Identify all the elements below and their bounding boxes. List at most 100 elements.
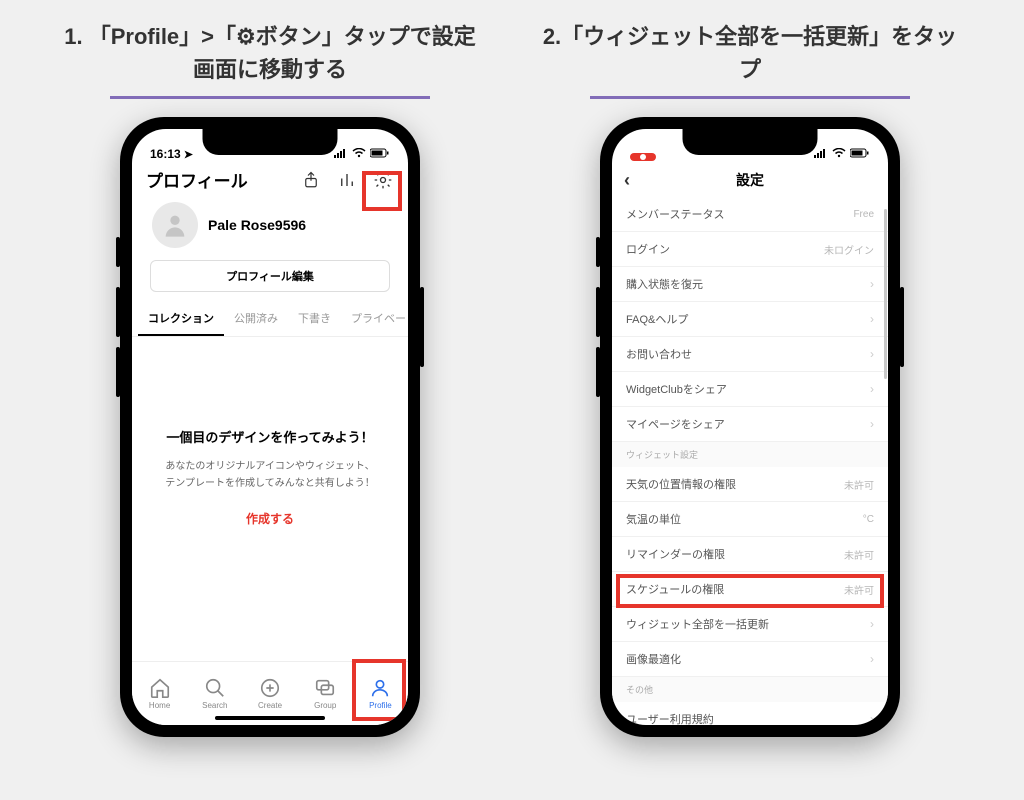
chevron-right-icon: › <box>870 277 874 291</box>
tab-published[interactable]: 公開済み <box>224 302 288 336</box>
person-icon <box>369 677 391 699</box>
signal-icon <box>814 147 828 161</box>
chat-icon <box>314 677 336 699</box>
step-2-title: 2.「ウィジェット全部を一括更新」をタップ <box>520 20 980 96</box>
tab-profile[interactable]: Profile <box>353 662 408 725</box>
tab-home[interactable]: Home <box>132 662 187 725</box>
row-label: FAQ&ヘルプ <box>626 311 688 327</box>
nav-title: 設定 <box>736 170 764 190</box>
chevron-right-icon: › <box>870 712 874 725</box>
display-name: Pale Rose9596 <box>208 217 306 233</box>
row-restore-purchases[interactable]: 購入状態を復元 › <box>612 267 888 302</box>
wifi-icon <box>352 147 366 161</box>
empty-title: 一個目のデザインを作ってみよう！ <box>158 427 382 446</box>
phone-side-button <box>596 287 600 337</box>
avatar[interactable] <box>152 202 198 248</box>
row-value: °C <box>863 514 874 525</box>
tab-private[interactable]: プライベート <box>341 302 408 336</box>
profile-tabs: コレクション 公開済み 下書き プライベート <box>132 302 408 337</box>
row-share-widgetclub[interactable]: WidgetClubをシェア › <box>612 372 888 407</box>
row-label: メンバーステータス <box>626 206 724 222</box>
row-label: WidgetClubをシェア <box>626 381 727 397</box>
row-value: 未許可 <box>844 582 874 597</box>
share-icon[interactable] <box>300 169 322 191</box>
row-value: 未許可 <box>844 547 874 562</box>
home-icon <box>149 677 171 699</box>
gear-icon[interactable] <box>372 169 394 191</box>
phone-side-button <box>596 347 600 397</box>
empty-state: 一個目のデザインを作ってみよう！ あなたのオリジナルアイコンやウィジェット、 テ… <box>132 337 408 527</box>
row-contact[interactable]: お問い合わせ › <box>612 337 888 372</box>
phone-mockup-2: ‹ 設定 メンバーステータス Free ログイン 未ログイン 購入状態を復元 ›… <box>600 117 900 737</box>
empty-description: あなたのオリジナルアイコンやウィジェット、 テンプレートを作成してみんなと共有し… <box>158 458 382 492</box>
status-time: 16:13 <box>150 147 181 161</box>
row-weather-location-perm[interactable]: 天気の位置情報の権限 未許可 <box>612 467 888 502</box>
row-user-terms[interactable]: ユーザー利用規約 › <box>612 702 888 725</box>
row-label: 天気の位置情報の権限 <box>626 476 736 492</box>
battery-icon <box>850 147 870 161</box>
settings-nav: ‹ 設定 <box>612 163 888 197</box>
row-login[interactable]: ログイン 未ログイン <box>612 232 888 267</box>
home-indicator[interactable] <box>215 716 325 720</box>
row-schedule-perm[interactable]: スケジュールの権限 未許可 <box>612 572 888 607</box>
row-label: ウィジェット全部を一括更新 <box>626 616 769 632</box>
chevron-right-icon: › <box>870 652 874 666</box>
section-other: その他 <box>612 677 888 702</box>
create-button[interactable]: 作成する <box>158 510 382 527</box>
row-temperature-unit[interactable]: 気温の単位 °C <box>612 502 888 537</box>
step-2-underline <box>590 96 910 99</box>
tab-label: Search <box>202 701 227 710</box>
phone-side-button <box>596 237 600 267</box>
row-value: Free <box>853 209 874 220</box>
step-1-title: 1. 「Profile」>「⚙ボタン」タップで設定画面に移動する <box>40 20 500 96</box>
stats-icon[interactable] <box>336 169 358 191</box>
tab-label: Group <box>314 701 336 710</box>
back-button[interactable]: ‹ <box>624 170 630 191</box>
screen-record-pill[interactable] <box>630 153 656 161</box>
location-arrow-icon: ➤ <box>184 148 193 161</box>
row-label: 気温の単位 <box>626 511 681 527</box>
scroll-indicator <box>884 209 887 379</box>
row-label: お問い合わせ <box>626 346 692 362</box>
chevron-right-icon: › <box>870 417 874 431</box>
row-label: リマインダーの権限 <box>626 546 725 562</box>
row-label: ユーザー利用規約 <box>626 711 714 725</box>
screen-profile: 16:13 ➤ プロフィール <box>132 129 408 725</box>
chevron-right-icon: › <box>870 382 874 396</box>
tab-collection[interactable]: コレクション <box>138 302 224 336</box>
row-reminder-perm[interactable]: リマインダーの権限 未許可 <box>612 537 888 572</box>
row-label: 画像最適化 <box>626 651 681 667</box>
empty-desc-line: テンプレートを作成してみんなと共有しよう！ <box>165 478 374 489</box>
search-icon <box>204 677 226 699</box>
row-member-status[interactable]: メンバーステータス Free <box>612 197 888 232</box>
phone-mockup-1: 16:13 ➤ プロフィール <box>120 117 420 737</box>
tab-label: Create <box>258 701 282 710</box>
edit-profile-button[interactable]: プロフィール編集 <box>150 260 390 292</box>
tab-drafts[interactable]: 下書き <box>288 302 341 336</box>
signal-icon <box>334 147 348 161</box>
row-faq[interactable]: FAQ&ヘルプ › <box>612 302 888 337</box>
tab-label: Home <box>149 701 170 710</box>
section-widget-settings: ウィジェット設定 <box>612 442 888 467</box>
phone-notch <box>203 129 338 155</box>
phone-notch <box>683 129 818 155</box>
row-label: スケジュールの権限 <box>626 581 724 597</box>
empty-desc-line: あなたのオリジナルアイコンやウィジェット、 <box>165 461 374 472</box>
profile-header: プロフィール <box>132 163 408 198</box>
step-1-underline <box>110 96 430 99</box>
phone-side-button <box>420 287 424 367</box>
phone-side-button <box>116 287 120 337</box>
row-bulk-update-widgets[interactable]: ウィジェット全部を一括更新 › <box>612 607 888 642</box>
row-image-optimization[interactable]: 画像最適化 › <box>612 642 888 677</box>
row-value: 未ログイン <box>824 242 874 257</box>
step-1: 1. 「Profile」>「⚙ボタン」タップで設定画面に移動する 16:13 ➤ <box>40 20 500 737</box>
settings-list[interactable]: メンバーステータス Free ログイン 未ログイン 購入状態を復元 › FAQ&… <box>612 197 888 725</box>
row-share-mypage[interactable]: マイページをシェア › <box>612 407 888 442</box>
profile-info-row: Pale Rose9596 <box>132 198 408 258</box>
row-label: マイページをシェア <box>626 416 725 432</box>
tab-label: Profile <box>369 701 392 710</box>
profile-header-title: プロフィール <box>146 167 248 192</box>
plus-circle-icon <box>259 677 281 699</box>
phone-side-button <box>116 237 120 267</box>
row-label: ログイン <box>626 241 670 257</box>
